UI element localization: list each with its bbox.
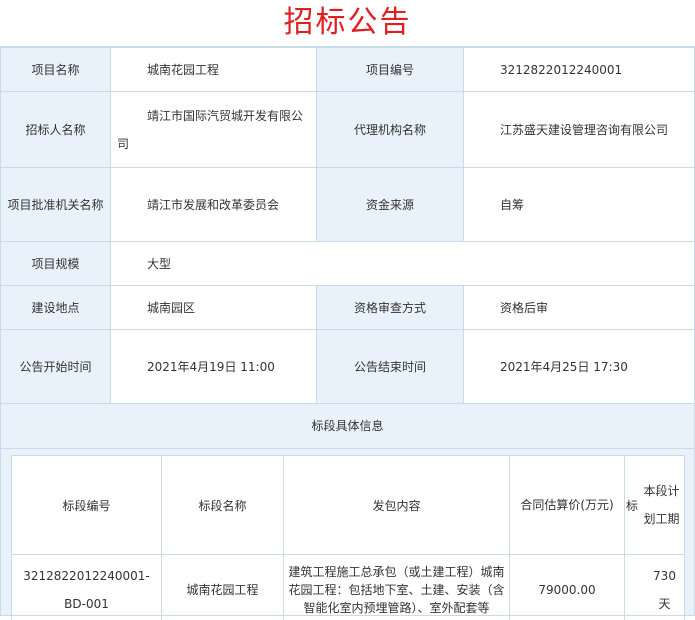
lot-name: 城南花园工程 — [161, 554, 284, 620]
page-title: 招标公告 — [0, 0, 695, 47]
field-label: 招标人名称 — [0, 91, 111, 168]
project-scale-value: 大型 — [110, 241, 695, 286]
section-title: 标段具体信息 — [1, 404, 694, 449]
approval-authority-value: 靖江市发展和改革委员会 — [110, 167, 317, 242]
table-row: 招标人名称 靖江市国际汽贸城开发有限公司 代理机构名称 江苏盛天建设管理咨询有限… — [0, 91, 695, 168]
column-header: 标 本段计划工期 — [624, 455, 685, 555]
field-label: 资金来源 — [316, 167, 464, 242]
table-row: 项目规模 大型 — [0, 241, 695, 286]
field-label: 项目编号 — [316, 47, 464, 92]
lot-period: 730天 — [624, 554, 685, 620]
lot-section: 标段具体信息 标段编号 标段名称 发包内容 合同估算价(万元) 标 本段计划工期… — [0, 403, 695, 620]
project-name-value: 城南花园工程 — [110, 47, 317, 92]
end-time-value: 2021年4月25日 17:30 — [463, 329, 695, 404]
location-value: 城南园区 — [110, 285, 317, 330]
field-label: 代理机构名称 — [316, 91, 464, 168]
table-row: 公告开始时间 2021年4月19日 11:00 公告结束时间 2021年4月25… — [0, 329, 695, 404]
notice-page: 招标公告 项目名称 城南花园工程 项目编号 3212822012240001 招… — [0, 0, 695, 620]
lot-table: 标段编号 标段名称 发包内容 合同估算价(万元) 标 本段计划工期 321282… — [11, 455, 685, 620]
field-label: 项目规模 — [0, 241, 111, 286]
lot-header-row: 标段编号 标段名称 发包内容 合同估算价(万元) 标 本段计划工期 — [11, 455, 685, 555]
field-label: 建设地点 — [0, 285, 111, 330]
field-label: 公告结束时间 — [316, 329, 464, 404]
lot-content: 建筑工程施工总承包（或土建工程）城南花园工程：包括地下室、土建、安装（含智能化室… — [283, 554, 510, 620]
tenderer-value: 靖江市国际汽贸城开发有限公司 — [110, 91, 317, 168]
table-row: 项目批准机关名称 靖江市发展和改革委员会 资金来源 自筹 — [0, 167, 695, 242]
agency-value: 江苏盛天建设管理咨询有限公司 — [463, 91, 695, 168]
qualification-method-value: 资格后审 — [463, 285, 695, 330]
fund-source-value: 自筹 — [463, 167, 695, 242]
column-header: 合同估算价(万元) — [509, 455, 625, 555]
column-header: 标段编号 — [11, 455, 162, 555]
lot-code: 3212822012240001-BD-001 — [11, 554, 162, 620]
table-row: 建设地点 城南园区 资格审查方式 资格后审 — [0, 285, 695, 330]
project-info-table: 项目名称 城南花园工程 项目编号 3212822012240001 招标人名称 … — [0, 47, 695, 620]
column-header: 标段名称 — [161, 455, 284, 555]
table-row: 项目名称 城南花园工程 项目编号 3212822012240001 — [0, 47, 695, 92]
lot-price: 79000.00 — [509, 554, 625, 620]
field-label: 资格审查方式 — [316, 285, 464, 330]
field-label: 项目批准机关名称 — [0, 167, 111, 242]
lot-area: 标段编号 标段名称 发包内容 合同估算价(万元) 标 本段计划工期 321282… — [1, 449, 694, 620]
start-time-value: 2021年4月19日 11:00 — [110, 329, 317, 404]
table-row: 标段具体信息 标段编号 标段名称 发包内容 合同估算价(万元) 标 本段计划工期… — [0, 403, 695, 620]
column-header: 发包内容 — [283, 455, 510, 555]
field-label: 公告开始时间 — [0, 329, 111, 404]
project-code-value: 3212822012240001 — [463, 47, 695, 92]
lot-row: 3212822012240001-BD-001 城南花园工程 建筑工程施工总承包… — [11, 554, 685, 620]
field-label: 项目名称 — [0, 47, 111, 92]
